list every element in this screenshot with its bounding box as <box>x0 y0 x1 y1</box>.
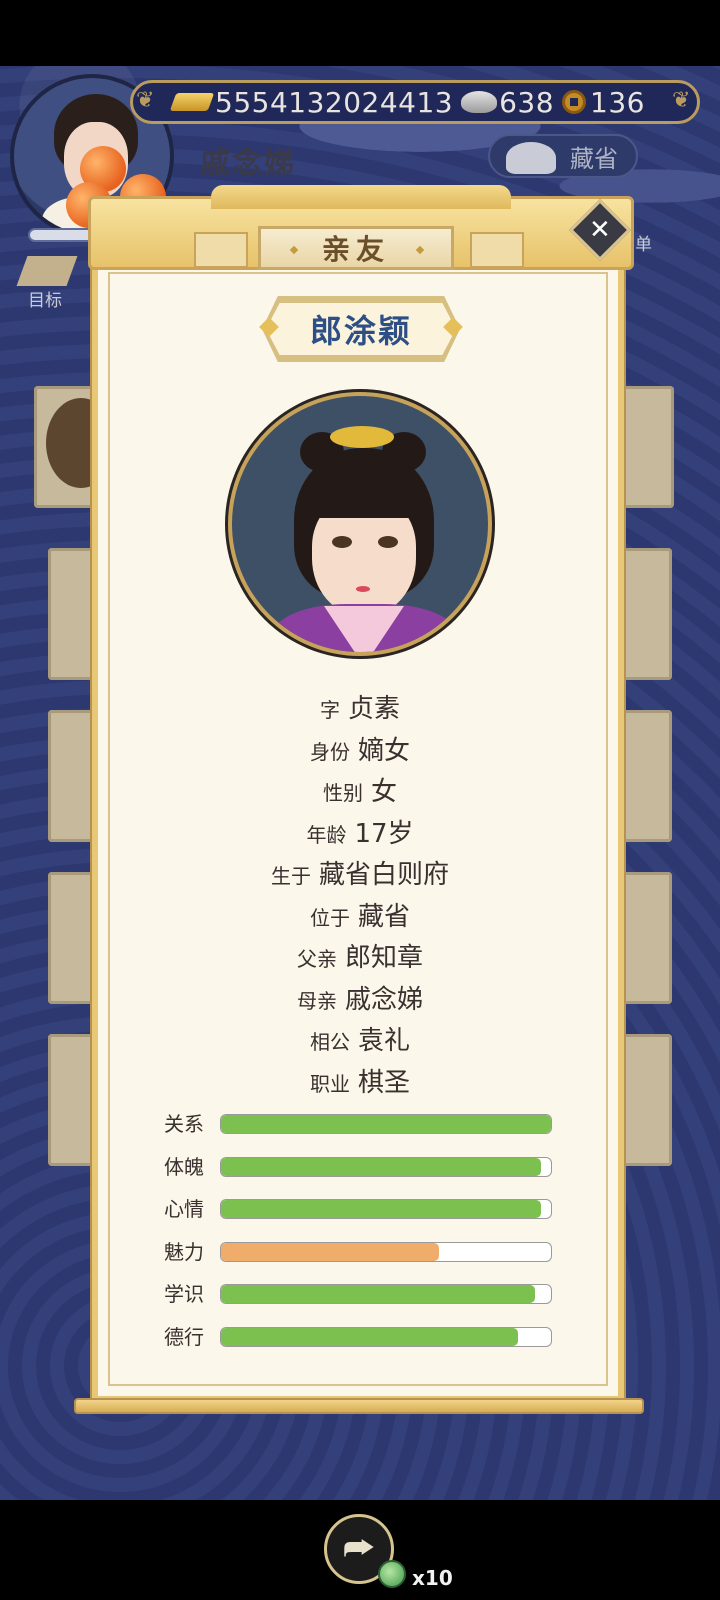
stat-bar-fill <box>221 1115 551 1133</box>
region-label: 藏省 <box>570 144 618 173</box>
info-row: 位于 藏省 <box>100 896 620 938</box>
scroll-icon <box>16 256 78 286</box>
info-value: 藏省白则府 <box>318 860 449 890</box>
region-icon <box>506 142 556 174</box>
gold-ingot-icon <box>169 93 215 111</box>
stat-row: 德行 <box>164 1325 564 1368</box>
leaf-ornament-icon: ❦ <box>136 88 155 113</box>
background-card <box>48 872 98 1004</box>
info-label: 母亲 <box>296 988 337 1013</box>
stat-bar-track <box>220 1241 552 1262</box>
info-label: 年龄 <box>306 822 347 847</box>
info-row: 母亲 戚念娣 <box>100 979 620 1021</box>
stat-bar-track <box>220 1326 552 1347</box>
stat-bar-fill <box>221 1285 535 1303</box>
leaf-ornament-icon: ❦ <box>672 88 691 113</box>
stat-bar-track <box>220 1156 552 1177</box>
info-value: 女 <box>370 777 397 807</box>
share-icon: ⮫ <box>343 1529 375 1569</box>
info-label: 字 <box>319 698 340 722</box>
info-row: 生于 藏省白则府 <box>100 854 620 896</box>
stat-bar-track <box>220 1284 552 1304</box>
background-card <box>48 710 98 842</box>
info-row: 年龄 17岁 <box>100 813 620 855</box>
info-label: 父亲 <box>296 947 337 971</box>
info-value: 17岁 <box>354 818 414 849</box>
stat-row: 心情 <box>164 1197 564 1240</box>
relative-portrait <box>228 392 492 656</box>
info-value: 郎知章 <box>344 943 423 973</box>
info-row: 身份 嫡女 <box>100 730 620 772</box>
stat-bar-fill <box>221 1327 518 1346</box>
name-plate: 郎涂颖 <box>266 300 456 358</box>
stat-label: 魅力 <box>164 1239 204 1264</box>
info-label: 身份 <box>309 739 350 764</box>
copper-coin-icon <box>562 90 587 114</box>
stats-panel: 关系 体魄 心情 魅力 学识 德行 <box>164 1112 564 1367</box>
info-value: 贞素 <box>347 694 400 724</box>
stat-label: 德行 <box>164 1324 204 1349</box>
coin-amount: 136 <box>590 85 645 119</box>
info-label: 性别 <box>322 781 363 805</box>
stat-bar-track <box>220 1114 552 1134</box>
relative-name: 郎涂颖 <box>309 312 412 350</box>
portrait-eye <box>378 536 398 548</box>
resource-bar: 5554132024413 638 136 <box>130 80 700 124</box>
info-label: 职业 <box>309 1071 350 1096</box>
background-card <box>48 1034 98 1166</box>
stat-bar-fill <box>221 1200 542 1218</box>
stat-row: 体魄 <box>164 1155 564 1198</box>
stat-bar-track <box>220 1199 552 1219</box>
info-label: 位于 <box>309 905 350 930</box>
info-row: 相公 袁礼 <box>100 1020 620 1062</box>
region-button[interactable]: 藏省 <box>488 134 638 178</box>
player-name: 戚念娣 <box>200 146 296 181</box>
info-row: 性别女 <box>100 771 620 813</box>
portrait-eye <box>332 536 352 548</box>
stat-row: 关系 <box>164 1112 564 1155</box>
dialog-bottom-rail <box>74 1398 644 1414</box>
reward-count: x10 <box>412 1566 453 1590</box>
info-label: 生于 <box>270 864 311 888</box>
portrait-fringe <box>310 474 418 518</box>
info-list: 字贞素 身份 嫡女 性别女 年龄 17岁 生于 藏省白则府 位于 藏省 父亲 郎知章 母亲… <box>100 688 620 1103</box>
stat-bar-fill <box>221 1242 439 1261</box>
goal-button[interactable]: 目标 <box>14 256 84 312</box>
info-value: 袁礼 <box>357 1026 410 1056</box>
silver-amount: 638 <box>499 85 555 119</box>
info-value: 藏省 <box>357 901 410 932</box>
background-card <box>48 548 98 680</box>
stat-label: 关系 <box>164 1112 204 1136</box>
info-value: 戚念娣 <box>344 984 423 1015</box>
title-dot <box>415 245 425 255</box>
info-value: 嫡女 <box>357 735 410 766</box>
info-label: 相公 <box>309 1030 350 1054</box>
gold-amount: 5554132024413 <box>215 85 454 119</box>
portrait-mouth <box>356 586 370 592</box>
info-row: 字贞素 <box>100 688 620 730</box>
title-dot <box>289 245 299 255</box>
stat-bar-fill <box>221 1157 542 1176</box>
info-row: 职业 棋圣 <box>100 1062 620 1104</box>
stat-label: 学识 <box>164 1282 204 1306</box>
stat-row: 魅力 <box>164 1240 564 1283</box>
dialog-title-box: 亲友 <box>258 226 454 270</box>
close-icon: ✕ <box>589 214 611 245</box>
dialog-title: 亲友 <box>321 233 390 266</box>
silver-ingot-icon <box>461 91 498 113</box>
rail-panel <box>470 232 524 268</box>
goal-label: 目标 <box>28 291 62 311</box>
info-value: 棋圣 <box>357 1067 410 1098</box>
info-row: 父亲 郎知章 <box>100 937 620 979</box>
portrait-hairpin <box>330 426 394 448</box>
stat-label: 体魄 <box>164 1154 204 1179</box>
stat-row: 学识 <box>164 1282 564 1325</box>
rail-panel <box>194 232 248 268</box>
status-bar <box>0 0 720 66</box>
stat-label: 心情 <box>164 1197 204 1221</box>
jade-reward-icon <box>378 1560 406 1588</box>
